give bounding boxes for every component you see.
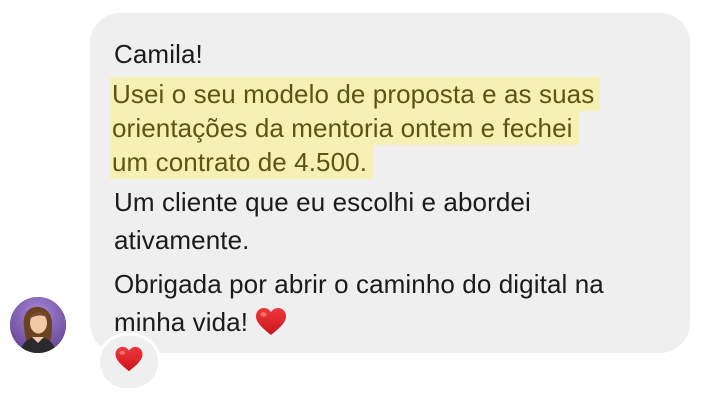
message-greeting: Camila!	[114, 39, 203, 69]
message-line: Obrigada por abrir o caminho do digital …	[114, 269, 604, 299]
highlighted-line: Usei o seu modelo de proposta e as suas	[110, 77, 601, 111]
highlighted-line: um contrato de 4.500.	[110, 145, 374, 179]
chat-thread: Camila! Usei o seu modelo de proposta e …	[0, 0, 703, 403]
avatar[interactable]	[10, 297, 66, 353]
message-last-line: minha vida!	[114, 303, 670, 347]
message-line: Um cliente que eu escolhi e abordei	[114, 187, 531, 217]
heart-icon	[114, 346, 144, 378]
highlighted-line: orientações da mentoria ontem e fechei	[110, 111, 579, 145]
heart-icon	[255, 307, 287, 347]
highlighted-text-block: Usei o seu modelo de proposta e as suas …	[110, 77, 670, 179]
message-line: ativamente.	[114, 225, 250, 255]
reaction-badge[interactable]	[100, 336, 158, 388]
message-line: minha vida!	[114, 307, 249, 337]
message-bubble[interactable]: Camila! Usei o seu modelo de proposta e …	[90, 13, 690, 353]
